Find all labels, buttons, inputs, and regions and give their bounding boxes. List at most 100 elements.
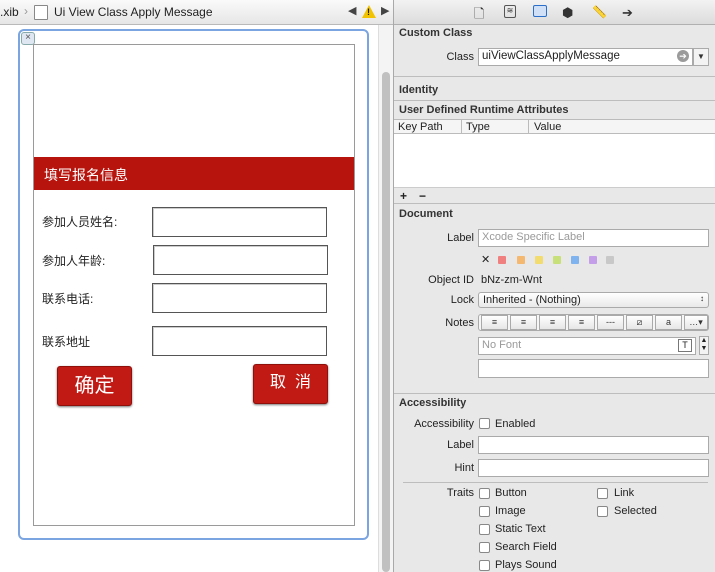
document-label-placeholder: Xcode Specific Label [482, 231, 585, 243]
column-header-key-path[interactable]: Key Path [398, 121, 443, 133]
notes-format-bar: ≡ ≡ ≡ ≡ --- ⧄ a …▾ [478, 314, 709, 331]
trait-link-checkbox[interactable] [597, 488, 608, 499]
trait-image-checkbox[interactable] [479, 506, 490, 517]
runtime-attributes-table[interactable] [394, 134, 715, 188]
identity-inspector-icon[interactable] [533, 5, 547, 17]
align-center-icon[interactable]: ≡ [510, 315, 537, 330]
font-field[interactable]: No Font [478, 337, 696, 355]
trait-static-text-checkbox[interactable] [479, 524, 490, 535]
notes-label: Notes [445, 317, 474, 329]
form-header: 填写报名信息 [34, 157, 354, 190]
divider [394, 393, 715, 394]
trait-plays-sound-label: Plays Sound [495, 559, 557, 571]
jump-bar: .xib › Ui View Class Apply Message ◀ ! ▶ [0, 0, 393, 25]
divider [394, 76, 715, 77]
connections-inspector-icon[interactable]: ➔ [622, 5, 633, 21]
color-swatch-orange[interactable] [517, 256, 525, 264]
align-right-icon[interactable]: ≡ [539, 315, 566, 330]
background-color-icon[interactable]: a [655, 315, 682, 330]
runtime-table-header: Key Path Type Value [394, 119, 715, 134]
address-field[interactable] [152, 326, 327, 356]
divider [394, 203, 715, 204]
identity-title: Identity [399, 84, 439, 96]
hint-field[interactable] [478, 459, 709, 477]
color-swatch-green[interactable] [553, 256, 561, 264]
document-label-field[interactable]: Xcode Specific Label [478, 229, 709, 247]
a11y-label-label: Label [447, 439, 474, 451]
column-divider [461, 120, 462, 133]
font-picker-icon[interactable]: T [678, 339, 692, 352]
hint-label: Hint [454, 462, 474, 474]
trait-plays-sound-checkbox[interactable] [479, 560, 490, 571]
age-field[interactable] [153, 245, 328, 275]
color-swatch-purple[interactable] [589, 256, 597, 264]
trait-link-label: Link [614, 487, 635, 499]
add-attribute-button[interactable]: + [400, 189, 407, 203]
popup-arrows-icon: ↕ [700, 294, 704, 303]
age-label: 参加人年龄: [42, 254, 106, 268]
trait-selected-label: Selected [614, 505, 657, 517]
trait-selected-checkbox[interactable] [597, 506, 608, 517]
lock-popup-value: Inherited - (Nothing) [483, 294, 581, 306]
align-left-icon[interactable]: ≡ [481, 315, 508, 330]
color-swatch-red[interactable] [498, 256, 506, 264]
warning-icon[interactable]: ! [362, 5, 376, 18]
cancel-button[interactable]: 取 消 [253, 364, 328, 404]
custom-class-title: Custom Class [399, 27, 473, 39]
color-swatch-yellow[interactable] [535, 256, 543, 264]
confirm-button[interactable]: 确定 [57, 366, 132, 406]
size-inspector-icon[interactable]: 📏 [592, 5, 607, 19]
column-header-value[interactable]: Value [534, 121, 561, 133]
breadcrumb-file[interactable]: .xib [0, 5, 19, 19]
class-field[interactable]: uiViewClassApplyMessage [478, 48, 693, 66]
color-swatch-gray[interactable] [606, 256, 614, 264]
document-title: Document [399, 208, 453, 220]
trait-image-label: Image [495, 505, 526, 517]
trait-button-checkbox[interactable] [479, 488, 490, 499]
align-justify-icon[interactable]: ≡ [568, 315, 595, 330]
file-inspector-icon[interactable]: 🗋 [474, 5, 484, 27]
trait-search-field-checkbox[interactable] [479, 542, 490, 553]
traits-label: Traits [446, 487, 474, 499]
accessibility-label: Accessibility [414, 418, 474, 430]
trait-static-text-label: Static Text [495, 523, 546, 535]
runtime-attributes-title: User Defined Runtime Attributes [399, 104, 569, 116]
document-label-label: Label [447, 232, 474, 244]
divider [394, 100, 715, 101]
attributes-inspector-icon[interactable]: ⬢ [562, 5, 573, 21]
notes-text-field[interactable] [478, 359, 709, 378]
lock-label: Lock [450, 294, 474, 306]
canvas-scroll-thumb[interactable] [382, 72, 390, 572]
column-divider [528, 120, 529, 133]
quick-help-icon[interactable]: ≋ [504, 5, 516, 18]
a11y-label-field[interactable] [478, 436, 709, 454]
accessibility-enabled-checkbox[interactable] [479, 418, 490, 429]
color-swatch-blue[interactable] [571, 256, 579, 264]
remove-attribute-button[interactable]: − [419, 189, 426, 203]
more-options-icon[interactable]: …▾ [684, 315, 708, 330]
class-dropdown-icon[interactable]: ▼ [693, 48, 709, 66]
divider [403, 482, 708, 483]
phone-field[interactable] [152, 283, 327, 313]
breadcrumb-chevron-icon: › [24, 4, 28, 18]
enabled-label: Enabled [495, 418, 536, 430]
inspector-toolbar: 🗋 ≋ ⬢ 📏 ➔ [394, 0, 715, 25]
name-field[interactable] [152, 207, 327, 237]
font-placeholder: No Font [482, 339, 522, 351]
trait-button-label: Button [495, 487, 527, 499]
spacing-icon[interactable]: --- [597, 315, 624, 330]
forward-arrow-icon[interactable]: ▶ [381, 4, 389, 17]
class-navigate-icon[interactable]: ➔ [677, 50, 689, 62]
back-arrow-icon[interactable]: ◀ [348, 4, 356, 17]
name-label: 参加人员姓名: [42, 215, 118, 229]
font-stepper-icon[interactable]: ▲ ▼ [699, 336, 709, 355]
column-header-type[interactable]: Type [466, 121, 490, 133]
accessibility-title: Accessibility [399, 397, 467, 409]
form-header-title: 填写报名信息 [44, 167, 128, 183]
breadcrumb-object[interactable]: Ui View Class Apply Message [54, 5, 213, 19]
address-label: 联系地址 [42, 335, 91, 349]
object-id-label: Object ID [428, 274, 474, 286]
text-color-icon[interactable]: ⧄ [626, 315, 653, 330]
clear-color-icon[interactable]: ✕ [481, 253, 490, 266]
lock-popup[interactable]: Inherited - (Nothing) ↕ [478, 292, 709, 308]
